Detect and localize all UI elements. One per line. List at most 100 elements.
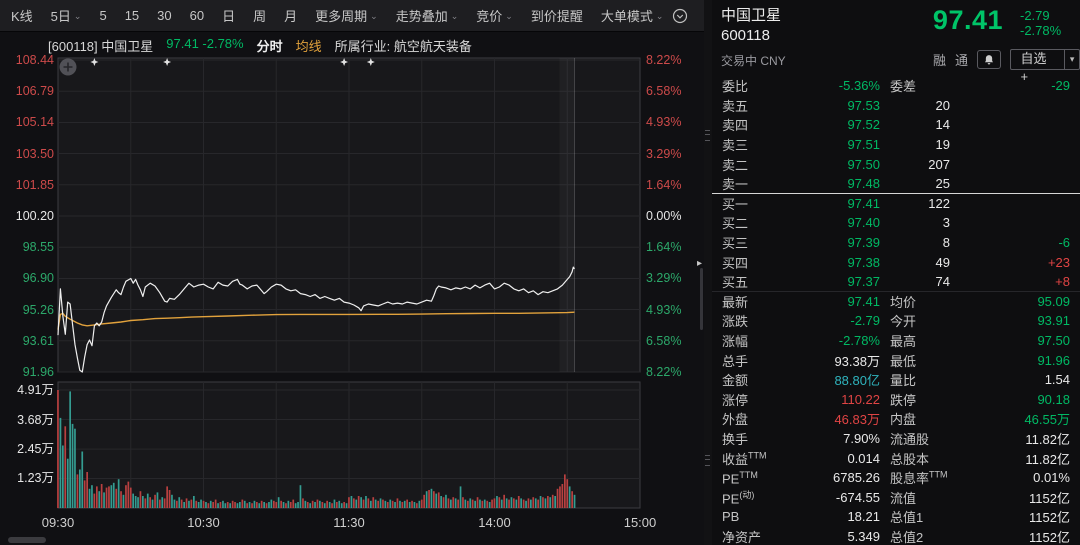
divider-grip-icon[interactable]: [705, 130, 710, 141]
row-value: 18.21: [792, 509, 880, 524]
chevron-down-icon: ⌄: [451, 11, 459, 22]
volume-axis-label: 4.91万: [0, 383, 54, 397]
divider-grip-icon[interactable]: [705, 455, 710, 466]
row-price: 97.48: [792, 176, 880, 191]
row-volume: 20: [880, 98, 950, 113]
row-price: 97.53: [792, 98, 880, 113]
price-volume-chart[interactable]: [0, 54, 704, 545]
toolbar-item-走势叠加[interactable]: 走势叠加⌄: [387, 6, 468, 25]
stat-row: PETTM6785.26股息率TTM0.01%: [712, 468, 1080, 488]
percent-axis-label: 0.00%: [646, 209, 696, 223]
toolbar-item-K线[interactable]: K线: [2, 6, 42, 25]
row-value: 93.38万: [792, 351, 880, 370]
order-book-row[interactable]: 卖一97.4825: [712, 174, 1080, 194]
chart-subtitle: [600118] 中国卫星 97.41 -2.78% 分时 均线 所属行业: 航…: [48, 36, 472, 55]
margin-badge[interactable]: 融: [933, 50, 946, 69]
toolbar-item-5[interactable]: 5: [90, 8, 115, 23]
circle-chevron-down-icon[interactable]: [672, 8, 688, 24]
row-volume: 74: [880, 274, 950, 289]
row-value: 88.80亿: [792, 370, 880, 389]
row-value: -2.78%: [792, 333, 880, 348]
row-label: PE(动): [722, 488, 792, 506]
percent-axis-label: 8.22%: [646, 53, 696, 67]
row-value: 6785.26: [792, 470, 880, 485]
time-axis-label: 15:00: [616, 515, 664, 530]
row-value: 5.349: [792, 529, 880, 544]
row-label: 卖五: [722, 96, 792, 115]
row-label: 收益TTM: [722, 449, 792, 468]
panel-collapse-arrow[interactable]: ▸: [697, 258, 702, 269]
percent-axis-label: 4.93%: [646, 303, 696, 317]
percent-axis-label: 1.64%: [646, 178, 696, 192]
row-value: 110.22: [792, 392, 880, 407]
industry-label[interactable]: 所属行业: 航空航天装备: [335, 36, 472, 55]
row-value-2: 1152亿: [972, 527, 1070, 545]
row-label: 买三: [722, 233, 792, 252]
toolbar-item-大单模式[interactable]: 大单模式⌄: [592, 6, 673, 25]
add-watchlist-button[interactable]: 自选 + ▾: [1010, 49, 1080, 70]
stat-row: PB18.21总值11152亿: [712, 507, 1080, 527]
toolbar-item-月[interactable]: 月: [275, 6, 306, 25]
row-label-2: 最高: [880, 331, 972, 350]
tab-minute-chart[interactable]: 分时: [257, 36, 283, 55]
tab-ma-line[interactable]: 均线: [296, 36, 322, 55]
price-axis-label: 100.20: [0, 209, 54, 223]
order-book-row[interactable]: 卖三97.5119: [712, 135, 1080, 155]
row-value: 7.90%: [792, 431, 880, 446]
row-label: 涨幅: [722, 331, 792, 350]
row-label-2: 总值2: [880, 527, 972, 545]
price-axis-label: 98.55: [0, 240, 54, 254]
toolbar-item-更多周期[interactable]: 更多周期⌄: [306, 6, 387, 25]
percent-axis-label: 6.58%: [646, 84, 696, 98]
stock-app-window: K线5日⌄5153060日周月更多周期⌄走势叠加⌄竞价⌄到价提醒大单模式⌄ [6…: [0, 0, 1080, 545]
stat-row: 涨幅-2.78%最高97.50: [712, 331, 1080, 351]
row-label-2: 股息率TTM: [880, 468, 972, 487]
stat-row: 金额88.80亿量比1.54: [712, 370, 1080, 390]
order-book-row[interactable]: 卖四97.5214: [712, 115, 1080, 135]
order-book-row[interactable]: 买五97.3774+8: [712, 272, 1080, 292]
toolbar-item-竞价[interactable]: 竞价⌄: [467, 6, 522, 25]
row-label-2: 均价: [880, 292, 972, 311]
toolbar-item-周[interactable]: 周: [244, 6, 275, 25]
connect-badge[interactable]: 通: [955, 50, 968, 69]
row-label: 买五: [722, 272, 792, 291]
order-book-row[interactable]: 卖二97.50207: [712, 154, 1080, 174]
panel-divider[interactable]: [704, 0, 712, 545]
toolbar-item-日[interactable]: 日: [213, 6, 244, 25]
horizontal-scrollbar-thumb[interactable]: [8, 537, 46, 543]
row-label: 卖一: [722, 174, 792, 193]
vertical-scrollbar-thumb[interactable]: [700, 268, 703, 330]
row-label-2: 跌停: [880, 390, 972, 409]
toolbar-item-5日[interactable]: 5日⌄: [42, 6, 91, 25]
alert-bell-button[interactable]: [977, 50, 1001, 69]
row-value-2: 1152亿: [972, 488, 1070, 507]
order-book-row[interactable]: 买二97.403: [712, 213, 1080, 233]
row-value: 46.83万: [792, 409, 880, 428]
percent-axis-label: 3.29%: [646, 147, 696, 161]
percent-axis-label: 6.58%: [646, 334, 696, 348]
row-label-2: 最低: [880, 351, 972, 370]
row-label-2: 内盘: [880, 409, 972, 428]
chevron-down-icon[interactable]: ▾: [1064, 50, 1079, 69]
order-book-row[interactable]: 买四97.3849+23: [712, 252, 1080, 272]
row-value-2: 95.09: [972, 294, 1070, 309]
order-book-row[interactable]: 买三97.398-6: [712, 233, 1080, 253]
time-axis-label: 10:30: [180, 515, 228, 530]
toolbar-item-30[interactable]: 30: [148, 8, 180, 23]
row-delta: +8: [950, 274, 1070, 289]
chevron-down-icon: ⌄: [370, 11, 378, 22]
chart-stock-quote: 97.41 -2.78%: [166, 36, 243, 55]
toolbar-item-15[interactable]: 15: [116, 8, 148, 23]
row-value-2: 11.82亿: [972, 449, 1070, 468]
percent-axis-label: 4.93%: [646, 115, 696, 129]
order-book-row[interactable]: 卖五97.5320: [712, 96, 1080, 116]
chevron-down-icon: ⌄: [505, 11, 513, 22]
toolbar-item-60[interactable]: 60: [181, 8, 213, 23]
row-price: 97.39: [792, 235, 880, 250]
price-axis-label: 106.79: [0, 84, 54, 98]
zoom-plus-button[interactable]: [60, 59, 77, 76]
toolbar-item-到价提醒[interactable]: 到价提醒: [522, 6, 592, 25]
row-value-2: 93.91: [972, 313, 1070, 328]
row-price: 97.50: [792, 157, 880, 172]
order-book-row[interactable]: 买一97.41122: [712, 194, 1080, 214]
